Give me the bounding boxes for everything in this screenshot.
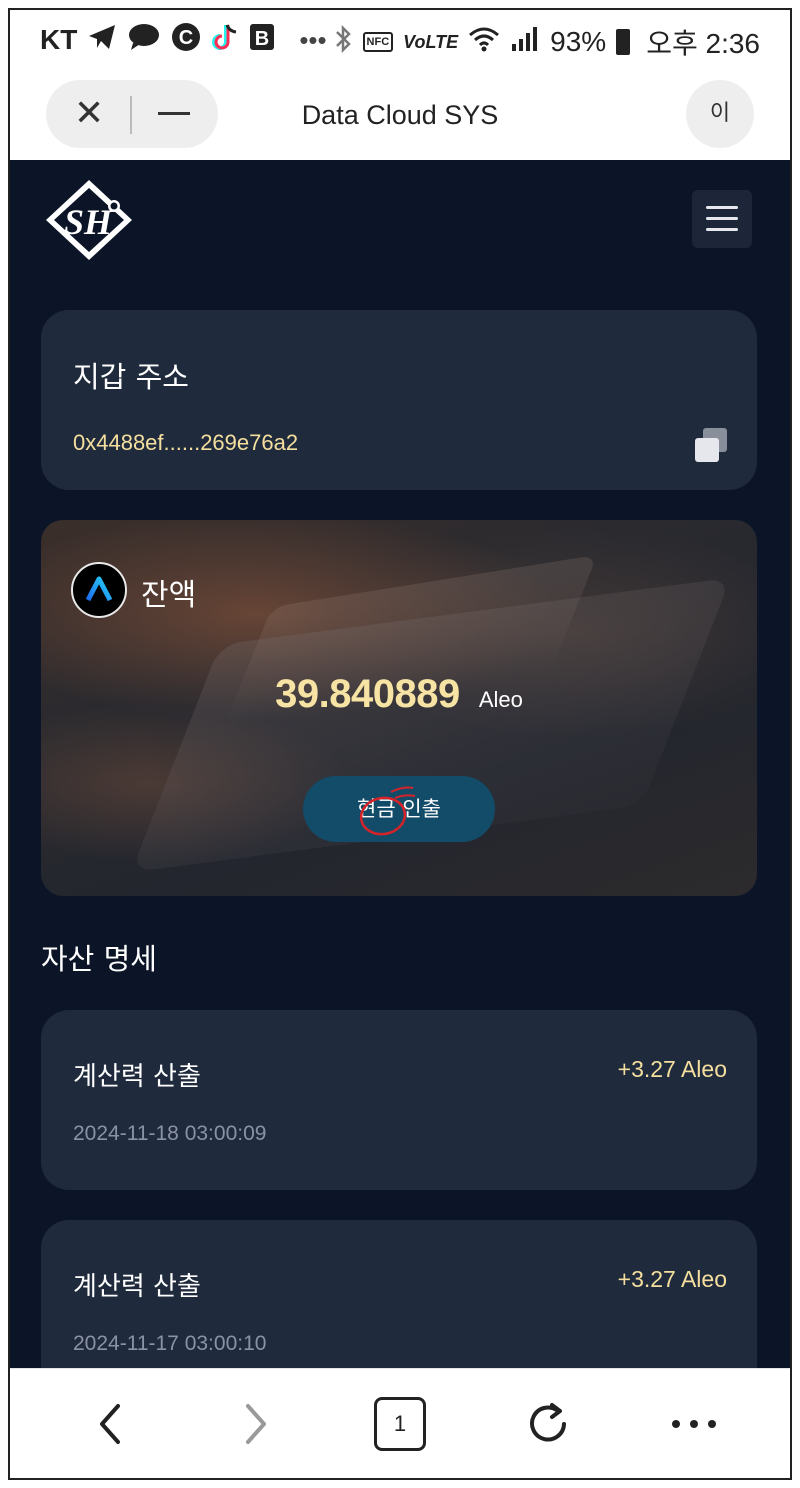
page-title: Data Cloud SYS: [301, 100, 499, 130]
telegram-icon: [87, 23, 117, 57]
status-bar: KT C B ••• NFC VoLTE 93% 오후 2:36: [10, 10, 790, 74]
withdraw-button-label: 현금 인출: [357, 797, 441, 821]
more-options-button[interactable]: [666, 1397, 722, 1451]
wallet-address: 0x4488ef......269e76a2: [73, 430, 299, 455]
reload-icon: [530, 1403, 566, 1442]
chevron-left-icon: [100, 1404, 120, 1444]
menu-icon-line: [706, 217, 738, 220]
transaction-amount: +3.27 Aleo: [617, 1266, 727, 1292]
transaction-item[interactable]: 계산력 산출 +3.27 Aleo 2024-11-17 03:00:10: [41, 1220, 757, 1368]
more-notifications-icon: •••: [299, 25, 327, 55]
transaction-title: 계산력 산출: [73, 1272, 201, 1302]
back-button[interactable]: [90, 1397, 130, 1451]
transaction-item[interactable]: 계산력 산출 +3.27 Aleo 2024-11-18 03:00:09: [41, 1010, 757, 1190]
c-app-icon: C: [171, 22, 201, 58]
svg-text:SH: SH: [64, 202, 113, 242]
reload-button[interactable]: [522, 1397, 574, 1451]
asset-details-title: 자산 명세: [41, 942, 157, 976]
balance-card: 잔액 39.840889 Aleo 현금 인출: [41, 520, 757, 896]
menu-icon-line: [706, 228, 738, 231]
copy-icon-front: [695, 438, 719, 462]
tiktok-icon: [211, 22, 239, 58]
chevron-right-icon: [246, 1404, 266, 1444]
transaction-date: 2024-11-18 03:00:09: [73, 1122, 267, 1145]
transaction-amount: +3.27 Aleo: [617, 1056, 727, 1082]
transaction-date: 2024-11-17 03:00:10: [73, 1332, 267, 1355]
balance-unit: Aleo: [478, 687, 523, 712]
balance-amount-row: 39.840889 Aleo: [41, 672, 757, 717]
browser-toolbar: ✕ Data Cloud SYS 이: [10, 74, 790, 160]
copy-icon[interactable]: [695, 428, 727, 462]
aleo-logo-icon: [71, 562, 127, 618]
menu-button[interactable]: [692, 190, 752, 248]
b-app-icon: B: [249, 22, 275, 58]
status-left: KT C B •••: [40, 22, 327, 58]
svg-text:C: C: [179, 27, 193, 49]
status-right: NFC VoLTE 93% 오후 2:36: [333, 22, 760, 62]
wifi-icon: [468, 26, 500, 58]
carrier-label: KT: [40, 24, 78, 55]
wallet-address-card: 지갑 주소 0x4488ef......269e76a2: [41, 310, 757, 490]
status-time: 오후 2:36: [646, 28, 760, 59]
battery-percent: 93%: [550, 26, 607, 57]
web-content: SH 지갑 주소 0x4488ef......269e76a2 잔액 39.84…: [10, 160, 790, 1368]
balance-amount: 39.840889: [275, 672, 460, 716]
site-logo[interactable]: SH: [44, 178, 134, 262]
tabs-button[interactable]: 1: [374, 1397, 426, 1451]
withdraw-button[interactable]: 현금 인출: [303, 776, 495, 842]
balance-label: 잔액: [141, 578, 197, 613]
browser-bottom-nav: 1: [10, 1368, 790, 1478]
menu-icon-line: [706, 206, 738, 209]
chat-icon: [127, 23, 161, 57]
bluetooth-icon: [333, 24, 353, 60]
phone-screen: KT C B ••• NFC VoLTE 93% 오후 2:36 ✕ Data …: [8, 8, 792, 1480]
profile-button[interactable]: 이: [686, 80, 754, 148]
forward-button[interactable]: [236, 1397, 276, 1451]
signal-icon: [510, 26, 540, 58]
svg-text:B: B: [255, 28, 269, 50]
wallet-title: 지갑 주소: [73, 360, 189, 394]
transaction-title: 계산력 산출: [73, 1062, 201, 1092]
more-dots-icon: [672, 1420, 716, 1428]
battery-icon: [616, 29, 631, 55]
volte-icon: VoLTE: [403, 32, 459, 52]
nfc-icon: NFC: [362, 32, 394, 52]
